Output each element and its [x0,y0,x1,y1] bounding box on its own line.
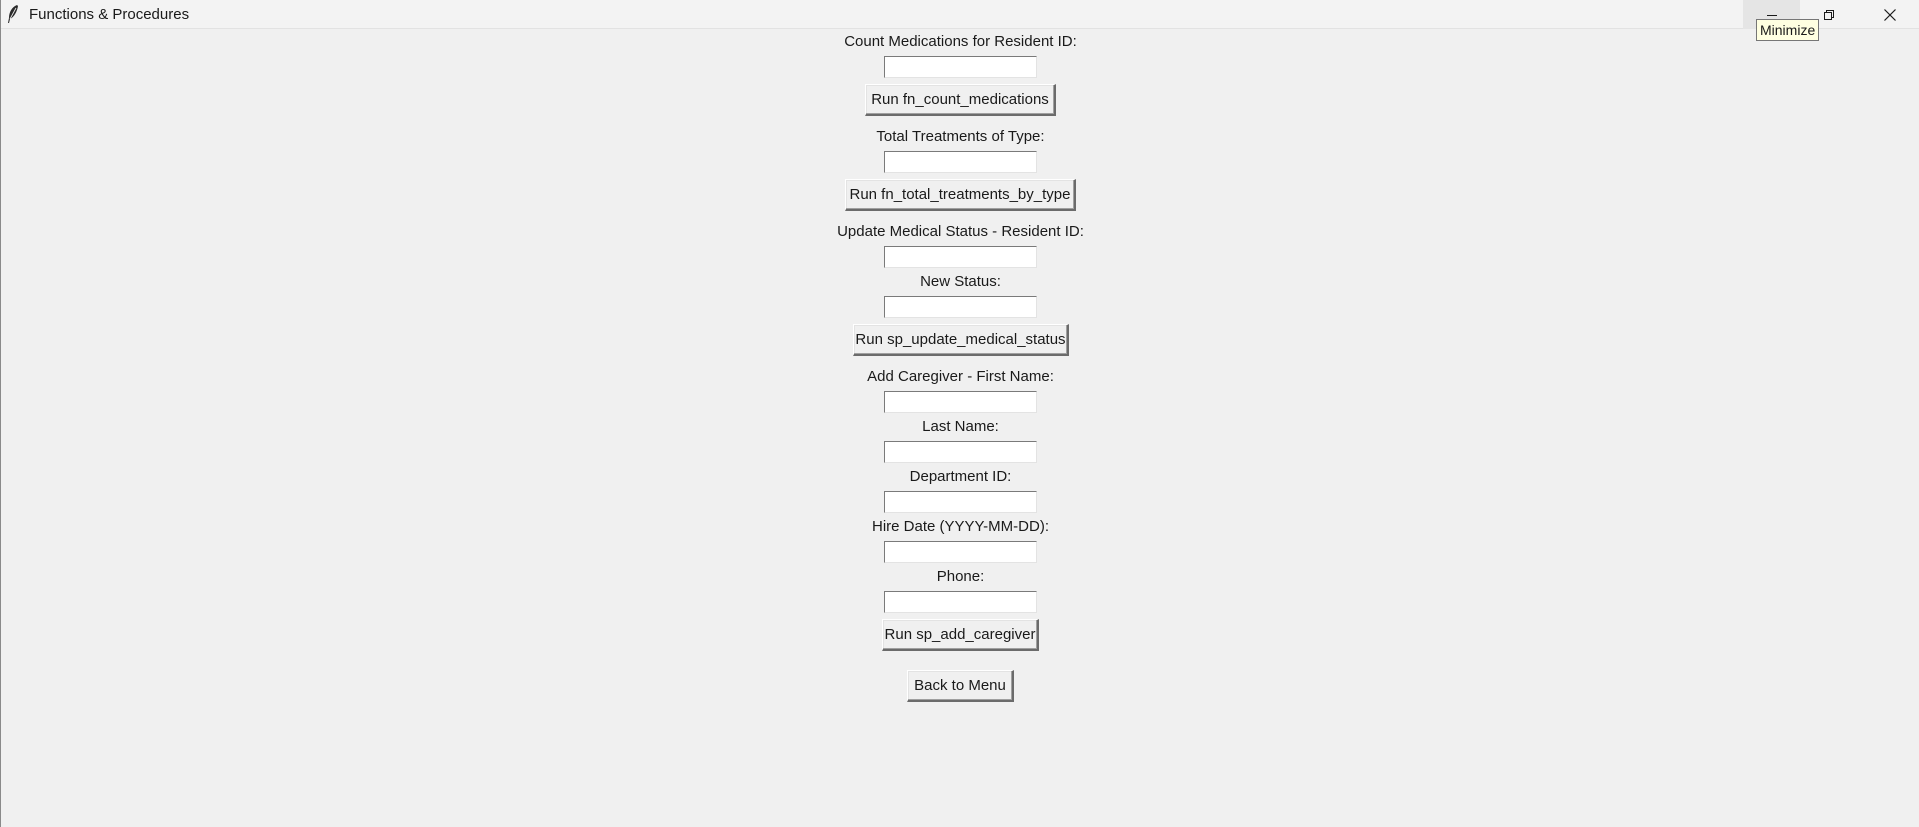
caregiver-last-name-label: Last Name: [922,418,999,435]
update-status-resident-id-label: Update Medical Status - Resident ID: [837,223,1084,240]
treatment-type-input[interactable] [884,151,1037,173]
minimize-tooltip: Minimize [1756,19,1820,41]
run-fn-total-treatments-button[interactable]: Run fn_total_treatments_by_type [845,179,1076,211]
total-treatments-label: Total Treatments of Type: [876,128,1045,145]
app-window: Functions & Procedures Count Medications… [0,0,1919,827]
run-sp-update-medical-status-button[interactable]: Run sp_update_medical_status [853,324,1069,356]
close-icon [1883,8,1896,21]
hire-date-input[interactable] [884,541,1037,563]
phone-label: Phone: [936,568,985,585]
title-bar[interactable]: Functions & Procedures [1,0,1919,29]
run-fn-count-medications-button[interactable]: Run fn_count_medications [865,84,1056,116]
back-to-menu-button[interactable]: Back to Menu [907,670,1014,702]
caregiver-first-name-input[interactable] [884,391,1037,413]
close-button[interactable] [1861,0,1918,29]
feather-icon [8,5,18,23]
restore-icon [1823,9,1834,20]
run-sp-add-caregiver-button[interactable]: Run sp_add_caregiver [882,619,1039,651]
hire-date-label: Hire Date (YYYY-MM-DD): [872,518,1049,535]
form-area: Count Medications for Resident ID: Run f… [1,29,1919,827]
new-status-label: New Status: [920,273,1001,290]
caregiver-first-name-label: Add Caregiver - First Name: [867,368,1054,385]
update-status-resident-id-input[interactable] [884,246,1037,268]
department-id-label: Department ID: [909,468,1012,485]
department-id-input[interactable] [884,491,1037,513]
phone-input[interactable] [884,591,1037,613]
count-medications-resident-id-input[interactable] [884,56,1037,78]
new-status-input[interactable] [884,296,1037,318]
count-medications-label: Count Medications for Resident ID: [844,33,1077,50]
caregiver-last-name-input[interactable] [884,441,1037,463]
window-title: Functions & Procedures [29,6,190,23]
